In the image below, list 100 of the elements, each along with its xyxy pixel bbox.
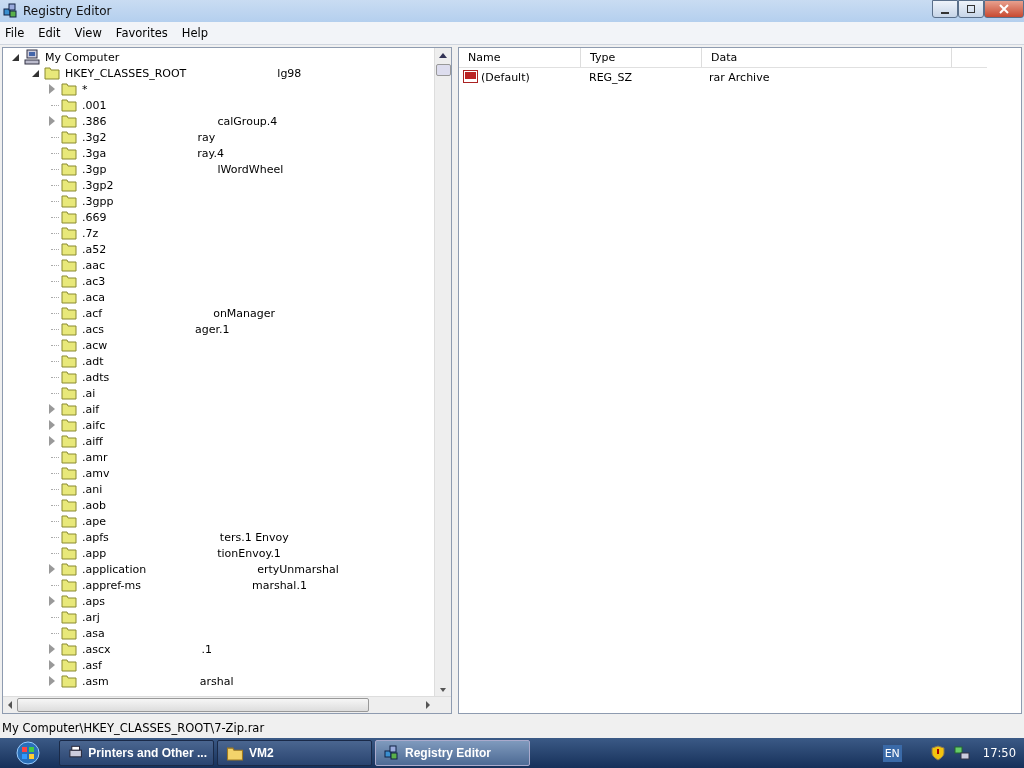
close-button[interactable] xyxy=(984,0,1024,18)
folder-icon xyxy=(61,546,77,560)
tree-item[interactable]: .a52 xyxy=(81,242,108,256)
tree-item[interactable]: My Computer xyxy=(44,50,121,64)
tree-item[interactable]: .ai xyxy=(81,386,97,400)
minimize-icon xyxy=(941,12,949,14)
folder-icon xyxy=(61,274,77,288)
tree-item[interactable]: .3gp2 xyxy=(81,178,115,192)
tree-item[interactable]: .acs xyxy=(81,322,106,336)
folder-icon xyxy=(61,658,77,672)
folder-icon xyxy=(61,178,77,192)
folder-icon xyxy=(61,290,77,304)
folder-icon xyxy=(61,354,77,368)
tree-item[interactable]: .asm xyxy=(81,674,110,688)
tree-item[interactable]: .asf xyxy=(81,658,103,672)
column-header[interactable]: Name xyxy=(459,48,581,67)
tree-item[interactable]: .ac3 xyxy=(81,274,107,288)
tree-item[interactable]: .amv xyxy=(81,466,111,480)
clock[interactable]: 17:50 xyxy=(982,746,1016,760)
value-name[interactable]: (Default) xyxy=(481,70,530,84)
tree-item[interactable]: .ape xyxy=(81,514,107,528)
tree-item[interactable]: .apfs xyxy=(81,530,110,544)
tree-item[interactable]: HKEY_CLASSES_ROOT xyxy=(64,66,188,80)
tree-item[interactable]: .7z xyxy=(81,226,100,240)
leftover-text: arshal xyxy=(199,674,234,688)
tree-item[interactable]: .aca xyxy=(81,290,107,304)
tree-item[interactable]: .3ga xyxy=(81,146,108,160)
network-icon[interactable] xyxy=(953,745,970,761)
tree-item[interactable]: .appref-ms xyxy=(81,578,142,592)
tree-item[interactable]: .ascx xyxy=(81,642,112,656)
folder-icon xyxy=(61,322,77,336)
tree-item[interactable]: .asa xyxy=(81,626,106,640)
close-icon xyxy=(999,4,1009,14)
tree-item[interactable]: .application xyxy=(81,562,148,576)
folder-icon xyxy=(61,210,77,224)
tree-item[interactable]: .adts xyxy=(81,370,111,384)
leftover-text: ray.4 xyxy=(197,146,224,160)
taskbar-button[interactable]: VM2 xyxy=(217,740,372,766)
computer-icon xyxy=(24,49,40,65)
folder-icon xyxy=(61,226,77,240)
tree-item[interactable]: .3g2 xyxy=(81,130,108,144)
scroll-thumb[interactable] xyxy=(17,698,369,712)
folder-icon xyxy=(61,674,77,688)
folder-icon xyxy=(61,482,77,496)
folder-icon xyxy=(61,386,77,400)
tree-item[interactable]: .386 xyxy=(81,114,108,128)
leftover-text: ertyUnmarshal xyxy=(257,562,339,576)
tree-item[interactable]: .arj xyxy=(81,610,101,624)
folder-icon xyxy=(226,745,244,761)
folder-icon xyxy=(61,418,77,432)
tree-item[interactable]: * xyxy=(81,82,89,96)
string-value-icon xyxy=(463,69,479,85)
window-title: Registry Editor xyxy=(23,4,112,18)
menu-item[interactable]: View xyxy=(67,26,109,40)
tree-item[interactable]: .3gp xyxy=(81,162,108,176)
tree-item[interactable]: .aac xyxy=(81,258,107,272)
leftover-text: ters.1 Envoy xyxy=(219,530,289,544)
folder-icon xyxy=(61,434,77,448)
menu-item[interactable]: Edit xyxy=(31,26,68,40)
tree-item[interactable]: .acw xyxy=(81,338,109,352)
vertical-scrollbar[interactable] xyxy=(434,48,451,696)
horizontal-scrollbar[interactable] xyxy=(3,696,451,713)
column-header[interactable]: Type xyxy=(581,48,702,67)
folder-icon xyxy=(61,146,77,160)
folder-icon xyxy=(61,562,77,576)
tree-item[interactable]: .app xyxy=(81,546,108,560)
tree-item[interactable]: .aps xyxy=(81,594,106,608)
leftover-text: .1 xyxy=(201,642,213,656)
language-indicator[interactable]: EN xyxy=(882,744,902,762)
menu-item[interactable]: Help xyxy=(174,26,215,40)
tree-item[interactable]: .001 xyxy=(81,98,108,112)
tree-item[interactable]: .3gpp xyxy=(81,194,115,208)
tree-item[interactable]: .amr xyxy=(81,450,109,464)
menu-item[interactable]: Favorites xyxy=(108,26,175,40)
scroll-thumb[interactable] xyxy=(435,64,451,76)
tree-item[interactable]: .adt xyxy=(81,354,105,368)
folder-icon xyxy=(61,530,77,544)
cubes-icon xyxy=(384,745,400,761)
taskbar-button[interactable]: Registry Editor xyxy=(375,740,530,766)
folder-icon xyxy=(61,498,77,512)
tree-item[interactable]: .669 xyxy=(81,210,108,224)
folder-icon xyxy=(61,402,77,416)
tree-item[interactable]: .aif xyxy=(81,402,101,416)
folder-icon xyxy=(61,306,77,320)
tree-item[interactable]: .acf xyxy=(81,306,104,320)
tree-item[interactable]: .aifc xyxy=(81,418,107,432)
folder-icon xyxy=(61,450,77,464)
folder-icon xyxy=(61,466,77,480)
taskbar-button[interactable]: Printers and Other ... xyxy=(59,740,214,766)
leftover-text: lg98 xyxy=(277,66,302,80)
tree-item[interactable]: .aiff xyxy=(81,434,104,448)
column-header[interactable]: Data xyxy=(702,48,952,67)
shield-icon[interactable] xyxy=(930,745,945,761)
tree-item[interactable]: .aob xyxy=(81,498,107,512)
maximize-button[interactable] xyxy=(958,0,984,18)
tree-item[interactable]: .ani xyxy=(81,482,104,496)
folder-icon xyxy=(61,194,77,208)
menu-item[interactable]: File xyxy=(0,26,32,40)
minimize-button[interactable] xyxy=(932,0,958,18)
leftover-text: marshal.1 xyxy=(251,578,307,592)
